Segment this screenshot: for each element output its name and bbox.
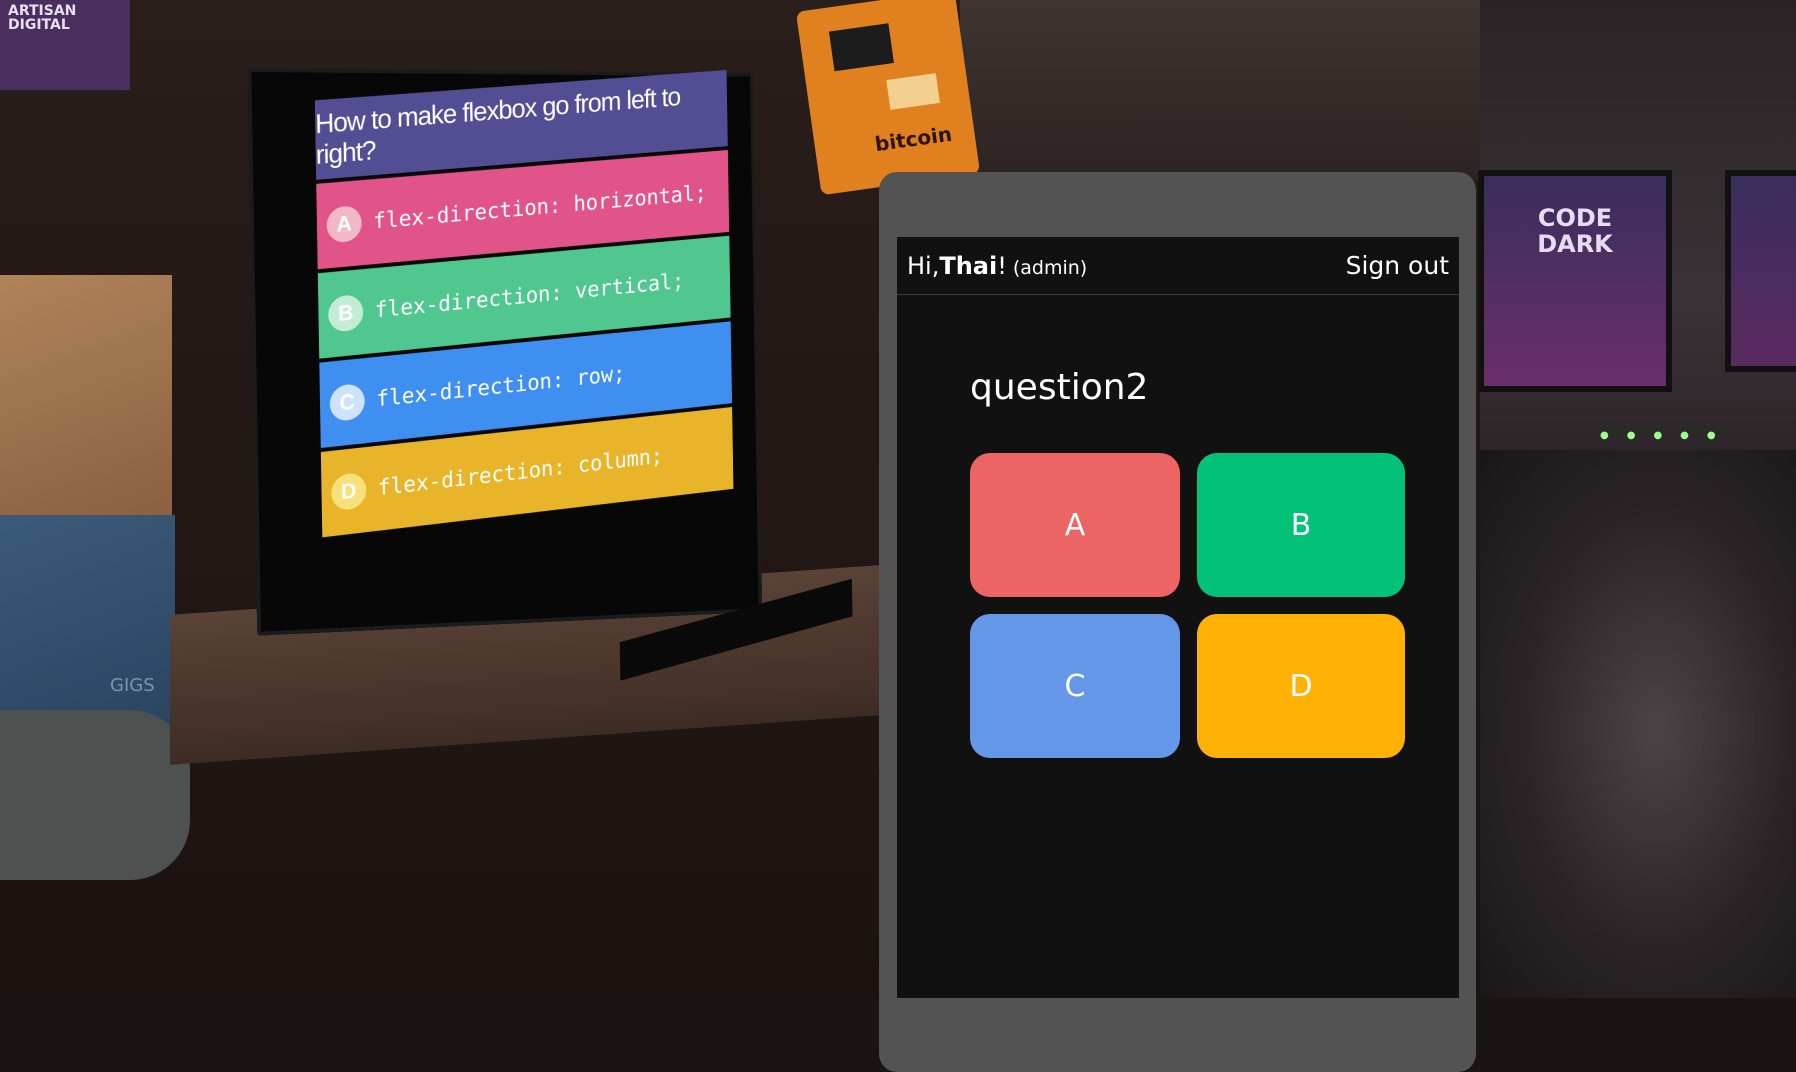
tv-answer-code: flex-direction: row;: [376, 361, 626, 412]
cardboard-box: [0, 275, 172, 520]
greeting: Hi, Thai ! (admin): [907, 252, 1087, 280]
tv-badge: D: [331, 471, 367, 512]
wall-shelf: [960, 0, 1480, 180]
tv-badge: A: [326, 204, 362, 244]
atm-slot: [886, 73, 940, 110]
question-title: question2: [970, 367, 1149, 408]
sign-out-button[interactable]: Sign out: [1346, 251, 1449, 280]
user-name: Thai: [939, 251, 998, 280]
user-role: (admin): [1012, 256, 1088, 279]
bitcoin-atm: bitcoin: [795, 0, 981, 196]
banner-text: ARTISAN DIGITAL: [8, 3, 77, 33]
tv-badge: C: [329, 382, 366, 423]
greeting-suffix: !: [997, 251, 1007, 280]
blue-box: [0, 515, 175, 730]
answer-button-d[interactable]: D: [1197, 614, 1405, 758]
stool: [0, 710, 190, 880]
greeting-prefix: Hi,: [907, 251, 940, 280]
background-monitor-2: [1725, 170, 1796, 372]
tv: How to make flexbox go from left to righ…: [247, 67, 853, 681]
monitor-logo-text: CODE DARK: [1537, 204, 1613, 258]
answer-button-a[interactable]: A: [970, 453, 1180, 597]
led-string: ●●●●●: [1600, 430, 1734, 441]
tv-answer-code: flex-direction: vertical;: [374, 269, 685, 323]
tv-badge: B: [327, 293, 364, 333]
quiz-app: Hi, Thai ! (admin) Sign out question2 A …: [897, 237, 1459, 998]
atm-label: bitcoin: [873, 121, 954, 157]
atm-screen: [828, 23, 894, 72]
app-header: Hi, Thai ! (admin) Sign out: [897, 237, 1459, 295]
tv-screen: How to make flexbox go from left to righ…: [314, 69, 735, 617]
tv-answer-code: flex-direction: horizontal;: [373, 180, 707, 235]
answer-button-b[interactable]: B: [1197, 453, 1405, 597]
banner: ARTISAN DIGITAL: [0, 0, 130, 90]
box-label: GIGS: [110, 675, 155, 696]
answer-button-c[interactable]: C: [970, 614, 1180, 758]
blurred-person: [1480, 450, 1796, 998]
tv-answer-code: flex-direction: column;: [377, 443, 664, 501]
